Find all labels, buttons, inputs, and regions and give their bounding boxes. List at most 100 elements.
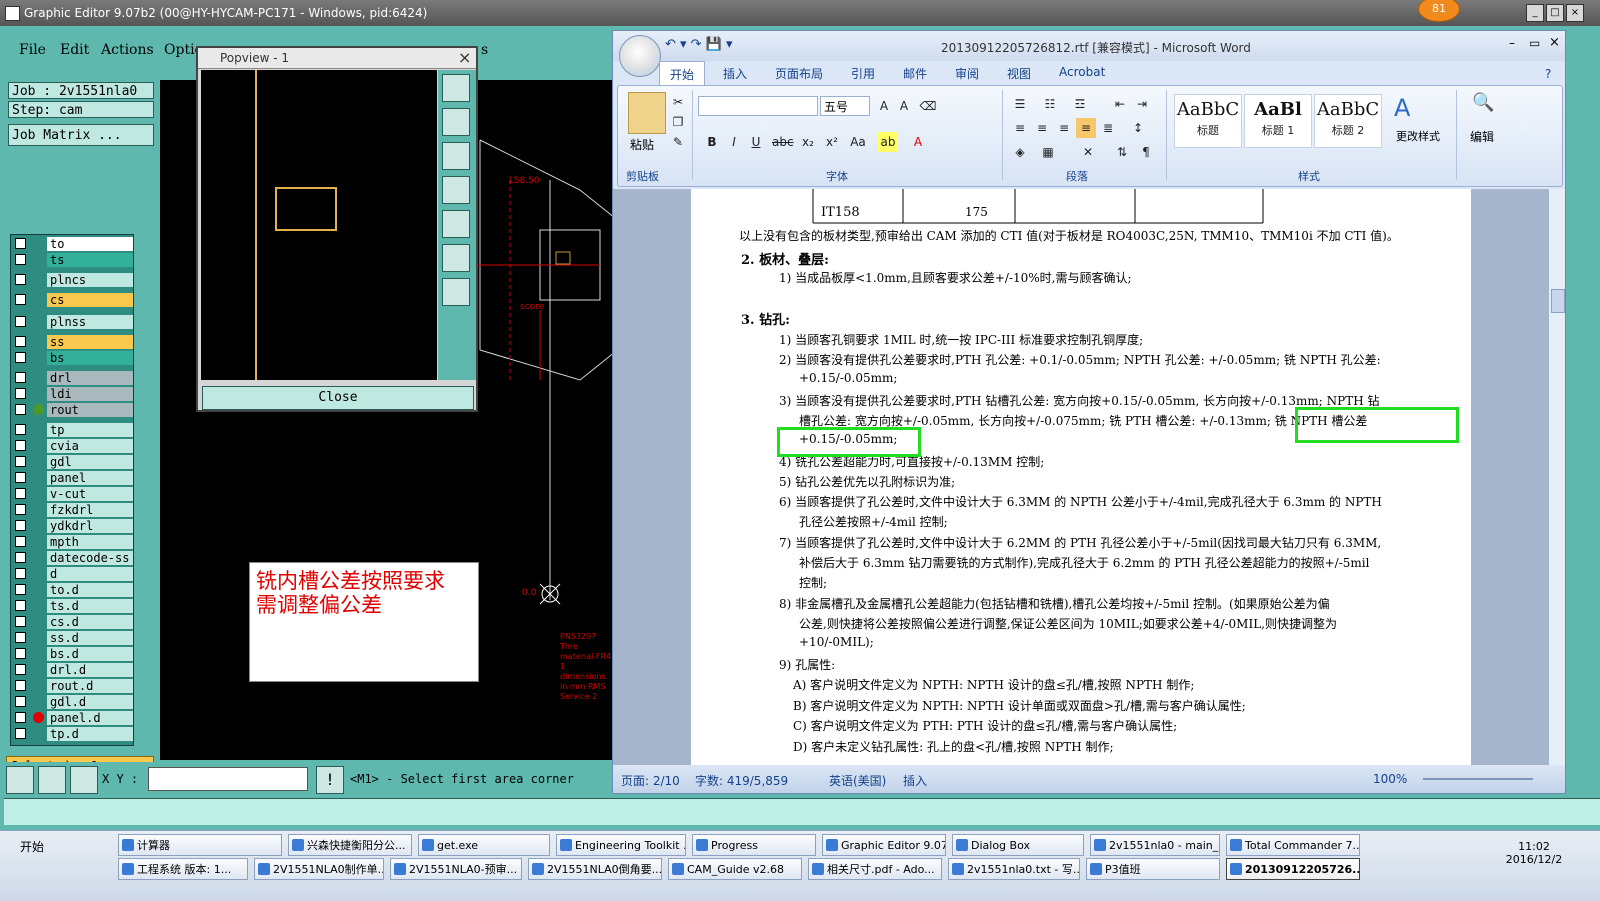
layer-name[interactable]: ts.d: [47, 599, 133, 613]
bold-icon[interactable]: B: [702, 132, 722, 152]
align-right-icon[interactable]: ≡: [1054, 118, 1074, 138]
grid-tool-icon[interactable]: [70, 766, 98, 794]
tab-insert[interactable]: 插入: [723, 65, 747, 82]
paste-label[interactable]: 粘贴: [630, 136, 654, 153]
layer-name[interactable]: cs.d: [47, 615, 133, 629]
layer-checkbox[interactable]: [15, 520, 26, 531]
layer-row[interactable]: ts: [11, 253, 133, 267]
measure-tool-icon[interactable]: [38, 766, 66, 794]
tab-review[interactable]: 审阅: [955, 65, 979, 82]
layer-checkbox[interactable]: [15, 424, 26, 435]
word-close-icon[interactable]: ×: [1549, 35, 1560, 50]
layer-name[interactable]: ss.d: [47, 631, 133, 645]
layer-row[interactable]: ss: [11, 335, 133, 349]
layer-row[interactable]: to.d: [11, 583, 133, 597]
layer-checkbox[interactable]: [15, 536, 26, 547]
sort-icon[interactable]: ⇅: [1112, 142, 1132, 162]
layer-row[interactable]: ts.d: [11, 599, 133, 613]
style-normal[interactable]: AaBbC 标题: [1174, 94, 1242, 148]
align-left-icon[interactable]: ≡: [1010, 118, 1030, 138]
pan-right-icon[interactable]: [442, 210, 470, 238]
layer-checkbox[interactable]: [15, 238, 26, 249]
edit-label[interactable]: 编辑: [1470, 128, 1494, 145]
format-painter-icon[interactable]: ✎: [668, 132, 688, 152]
layer-row[interactable]: mpth: [11, 535, 133, 549]
tab-home[interactable]: 开始: [659, 61, 706, 85]
layer-name[interactable]: bs.d: [47, 647, 133, 661]
align-center-icon[interactable]: ≡: [1032, 118, 1052, 138]
taskbar-item[interactable]: Dialog Box: [952, 834, 1084, 856]
layer-name[interactable]: ydkdrl: [47, 519, 133, 533]
layer-checkbox[interactable]: [15, 712, 26, 723]
superscript-icon[interactable]: x²: [822, 132, 842, 152]
layer-row[interactable]: drl.d: [11, 663, 133, 677]
layer-name[interactable]: tp.d: [47, 727, 133, 741]
shrink-font-icon[interactable]: A: [894, 96, 914, 116]
layer-row[interactable]: cs.d: [11, 615, 133, 629]
taskbar-item[interactable]: CAM_Guide v2.68: [668, 858, 802, 880]
layer-checkbox[interactable]: [15, 584, 26, 595]
copy-icon[interactable]: ❐: [668, 112, 688, 132]
borders-icon[interactable]: ▦: [1038, 142, 1058, 162]
cut-icon[interactable]: ✂: [668, 92, 688, 112]
quick-access-toolbar[interactable]: ↶ ▾ ↷ 💾 ▾: [665, 37, 733, 52]
minimize-icon[interactable]: _: [1526, 4, 1544, 22]
layer-name[interactable]: cvia: [47, 439, 133, 453]
job-matrix-button[interactable]: Job Matrix ...: [8, 124, 154, 146]
layer-row[interactable]: tp.d: [11, 727, 133, 741]
layer-name[interactable]: tp: [47, 423, 133, 437]
layer-checkbox[interactable]: [15, 568, 26, 579]
layer-name[interactable]: drl.d: [47, 663, 133, 677]
change-styles-label[interactable]: 更改样式: [1396, 128, 1440, 144]
layer-checkbox[interactable]: [15, 336, 26, 347]
tab-layout[interactable]: 页面布局: [775, 65, 823, 82]
scrollbar-thumb[interactable]: [1551, 289, 1565, 313]
taskbar-item[interactable]: 兴森快捷衡阳分公...: [288, 834, 412, 856]
layer-name[interactable]: datecode-ss: [47, 551, 133, 565]
layer-name[interactable]: plncs: [47, 273, 133, 287]
layer-checkbox[interactable]: [15, 274, 26, 285]
taskbar-item[interactable]: P3值班: [1086, 858, 1220, 880]
taskbar-item[interactable]: 20130912205726...: [1226, 858, 1360, 880]
help-icon[interactable]: ?: [1545, 67, 1551, 81]
taskbar-item[interactable]: 工程系统 版本: 1...: [118, 858, 248, 880]
zoom-extents-icon[interactable]: [442, 278, 470, 306]
menu-other[interactable]: s: [481, 42, 488, 58]
word-minimize-icon[interactable]: –: [1509, 36, 1515, 50]
layer-row[interactable]: v-cut: [11, 487, 133, 501]
distribute-icon[interactable]: ≣: [1098, 118, 1118, 138]
font-name-input[interactable]: [698, 96, 818, 116]
layer-name[interactable]: panel.d: [47, 711, 133, 725]
layer-name[interactable]: rout.d: [47, 679, 133, 693]
zoom-level[interactable]: 100%: [1373, 772, 1407, 786]
layer-checkbox[interactable]: [15, 404, 26, 415]
zoom-window-icon[interactable]: [442, 74, 470, 102]
maximize-icon[interactable]: □: [1546, 4, 1564, 22]
layer-checkbox[interactable]: [15, 294, 26, 305]
highlight-icon[interactable]: ab: [878, 132, 898, 152]
layer-row[interactable]: panel.d: [11, 711, 133, 725]
layer-checkbox[interactable]: [15, 632, 26, 643]
layer-name[interactable]: panel: [47, 471, 133, 485]
layer-row[interactable]: fzkdrl: [11, 503, 133, 517]
popview-canvas[interactable]: [201, 70, 437, 380]
taskbar-item[interactable]: Total Commander 7...: [1226, 834, 1360, 856]
layer-name[interactable]: v-cut: [47, 487, 133, 501]
layer-name[interactable]: gdl.d: [47, 695, 133, 709]
underline-icon[interactable]: U: [746, 132, 766, 152]
layer-name[interactable]: bs: [47, 351, 133, 365]
pan-up-icon[interactable]: [442, 108, 470, 136]
layer-row[interactable]: tp: [11, 423, 133, 437]
numbering-icon[interactable]: ☷: [1040, 94, 1060, 114]
layer-name[interactable]: drl: [47, 371, 133, 385]
taskbar-item[interactable]: 相关尺寸.pdf - Ado...: [808, 858, 942, 880]
font-size-input[interactable]: 五号: [820, 96, 870, 116]
subscript-icon[interactable]: x₂: [798, 132, 818, 152]
layer-checkbox[interactable]: [15, 616, 26, 627]
shading-icon[interactable]: ◈: [1010, 142, 1030, 162]
show-marks-icon[interactable]: ¶: [1136, 142, 1156, 162]
find-icon[interactable]: 🔍: [1472, 92, 1494, 113]
italic-icon[interactable]: I: [724, 132, 744, 152]
decrease-indent-icon[interactable]: ⇤: [1110, 94, 1130, 114]
snap-tool-icon[interactable]: [6, 766, 34, 794]
